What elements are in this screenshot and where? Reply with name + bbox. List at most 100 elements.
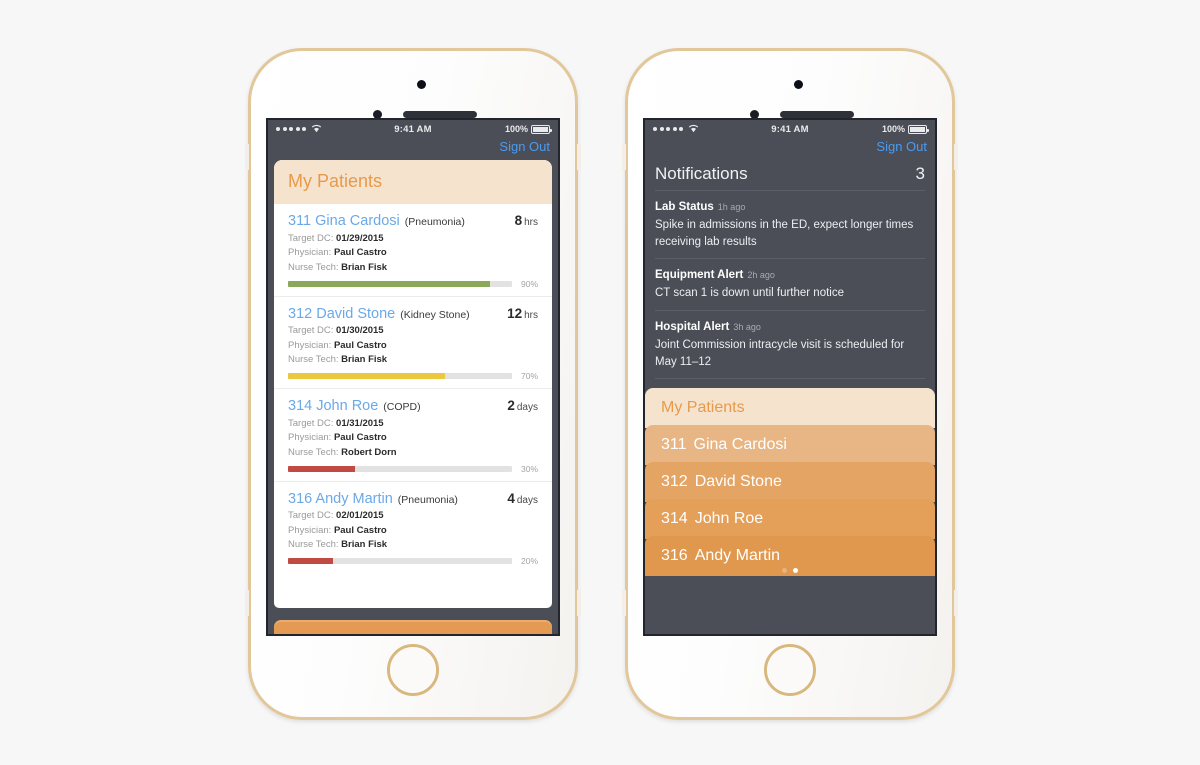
status-bar-right: 100%	[881, 124, 929, 134]
progress-bar-track	[288, 280, 512, 287]
progress-percent-label: 90%	[520, 278, 538, 289]
antenna-band	[954, 590, 958, 616]
notification-item[interactable]: Hospital Alert 3h ago Joint Commission int…	[655, 310, 925, 380]
patients-screen: My Patients 311 Gina Cardosi (Pneumonia) 8…	[268, 160, 558, 634]
antenna-band	[622, 144, 626, 170]
sign-out-button[interactable]: Sign Out	[876, 139, 927, 154]
progress-percent-label: 70%	[520, 371, 538, 381]
antenna-band	[577, 144, 581, 170]
page-dot[interactable]	[782, 568, 787, 574]
progress-bar-fill	[288, 558, 333, 564]
antenna-band	[245, 144, 249, 170]
front-camera-icon	[794, 80, 803, 89]
progress-bar-fill	[288, 280, 490, 287]
patient-stack-row[interactable]: 314 John Roe	[645, 499, 935, 540]
patient-name: Gina Cardosi	[693, 436, 787, 454]
notifications-list: Lab Status 1h ago Spike in admissions in t…	[655, 190, 925, 380]
sign-out-button[interactable]: Sign Out	[499, 139, 550, 154]
antenna-band	[622, 590, 626, 616]
notification-item[interactable]: Equipment Alert 2h ago CT scan 1 is down u…	[655, 258, 925, 310]
page-title: My Patients	[661, 399, 745, 417]
antenna-band	[954, 144, 958, 170]
patient-row[interactable]: 316 Andy Martin (Pneumonia) 4 days Target DC…	[274, 482, 552, 574]
screenshot-stage: 9:41 AM 100% Sign Out My Patients 311 Gi…	[0, 0, 1200, 765]
patient-target-dc: Target DC: 01/30/2015	[288, 325, 384, 336]
patient-row-top: 316 Andy Martin (Pneumonia) 4 days	[288, 491, 538, 507]
patient-nurse-tech: Nurse Tech: Robert Dorn	[288, 446, 397, 458]
patient-row-top: 312 David Stone (Kidney Stone) 12 hrs	[288, 306, 538, 322]
notifications-header: Notifications 3	[655, 160, 925, 190]
patient-physician: Physician: Paul Castro	[288, 339, 387, 351]
sign-out-bar: Sign Out	[645, 138, 935, 160]
patient-id: 311	[661, 436, 687, 454]
phone-device-left: 9:41 AM 100% Sign Out My Patients 311 Gi…	[245, 48, 581, 720]
battery-full-icon	[908, 124, 929, 134]
patients-stack: My Patients 311 Gina Cardosi 312 David Ston…	[645, 388, 935, 577]
my-patients-card: My Patients 311 Gina Cardosi (Pneumonia) 8…	[274, 160, 552, 608]
patient-row[interactable]: 314 John Roe (COPD) 2 days Target DC: 01/31/…	[274, 389, 552, 482]
progress-bar-track	[288, 373, 512, 379]
patient-elapsed-time: 4 days	[507, 490, 538, 506]
status-bar: 9:41 AM 100%	[268, 120, 558, 138]
patient-row-top: 311 Gina Cardosi (Pneumonia) 8 hrs	[288, 213, 538, 229]
patient-stack-row[interactable]: 312 David Stone	[645, 462, 935, 503]
patient-elapsed-time: 2 days	[507, 398, 538, 413]
patient-physician: Physician: Paul Castro	[288, 524, 387, 536]
earpiece-speaker	[403, 111, 477, 118]
patient-name: 316 Andy Martin	[288, 490, 393, 507]
battery-full-icon	[531, 124, 552, 134]
notification-head: Hospital Alert 3h ago	[655, 317, 925, 335]
patient-progress: 90%	[288, 279, 538, 289]
progress-bar-track	[288, 558, 512, 564]
patient-stack-row[interactable]: 311 Gina Cardosi	[645, 425, 935, 466]
status-bar-right: 100%	[504, 124, 552, 134]
patient-name: David Stone	[694, 473, 782, 491]
antenna-band	[245, 590, 249, 616]
notification-title: Lab Status	[655, 201, 714, 213]
front-camera-icon	[417, 80, 426, 89]
my-patients-banner: My Patients	[274, 160, 552, 204]
patient-stack-list: 311 Gina Cardosi 312 David Stone 314 John Roe…	[645, 425, 935, 577]
earpiece-speaker	[780, 111, 854, 118]
phone-screen-right: 9:41 AM 100% Sign Out Notifications 3 La…	[643, 118, 937, 636]
progress-bar-track	[288, 465, 512, 472]
patient-target-dc: Target DC: 02/01/2015	[288, 510, 384, 521]
notification-title: Equipment Alert	[655, 269, 744, 282]
patient-target-dc: Target DC: 01/31/2015	[288, 417, 384, 429]
patient-name: Andy Martin	[694, 547, 781, 565]
phone-screen-left: 9:41 AM 100% Sign Out My Patients 311 Gi…	[266, 118, 560, 636]
notification-item[interactable]: Lab Status 1h ago Spike in admissions in t…	[655, 190, 925, 258]
notification-text: Spike in admissions in the ED, expect lo…	[655, 219, 914, 248]
patient-nurse-tech: Nurse Tech: Brian Fisk	[288, 261, 388, 273]
home-button[interactable]	[764, 644, 816, 696]
patient-row[interactable]: 311 Gina Cardosi (Pneumonia) 8 hrs Target DC…	[274, 204, 552, 297]
page-dot-active[interactable]	[793, 568, 798, 574]
battery-percent-label: 100%	[504, 124, 528, 134]
progress-percent-label: 30%	[520, 463, 538, 474]
patient-row[interactable]: 312 David Stone (Kidney Stone) 12 hrs Target…	[274, 297, 552, 389]
patient-progress: 70%	[288, 371, 538, 381]
notification-title: Hospital Alert	[655, 321, 730, 334]
patient-elapsed-time: 12 hrs	[507, 305, 538, 321]
patient-physician: Physician: Paul Castro	[288, 247, 387, 258]
patient-diagnosis: (Pneumonia)	[397, 493, 458, 506]
patients-stack-peek[interactable]	[274, 620, 552, 634]
patient-diagnosis: (Pneumonia)	[404, 216, 465, 228]
home-button[interactable]	[387, 644, 439, 696]
patient-row-top: 314 John Roe (COPD) 2 days	[288, 398, 538, 414]
patient-name: 311 Gina Cardosi	[288, 213, 400, 229]
notification-timestamp: 1h ago	[717, 202, 746, 212]
patient-id: 314	[661, 510, 688, 528]
page-indicator[interactable]	[645, 568, 935, 574]
notification-timestamp: 2h ago	[747, 270, 775, 281]
progress-percent-label: 20%	[520, 556, 538, 566]
notification-head: Equipment Alert 2h ago	[655, 265, 925, 283]
notifications-section: Notifications 3 Lab Status 1h ago Spike in…	[645, 160, 935, 380]
notification-head: Lab Status 1h ago	[655, 197, 925, 215]
battery-percent-label: 100%	[881, 124, 905, 134]
patient-diagnosis: (Kidney Stone)	[400, 308, 470, 321]
progress-bar-fill	[288, 373, 445, 379]
page-title: My Patients	[288, 171, 383, 191]
patient-nurse-tech: Nurse Tech: Brian Fisk	[288, 354, 388, 365]
patient-elapsed-time: 8 hrs	[514, 213, 538, 228]
